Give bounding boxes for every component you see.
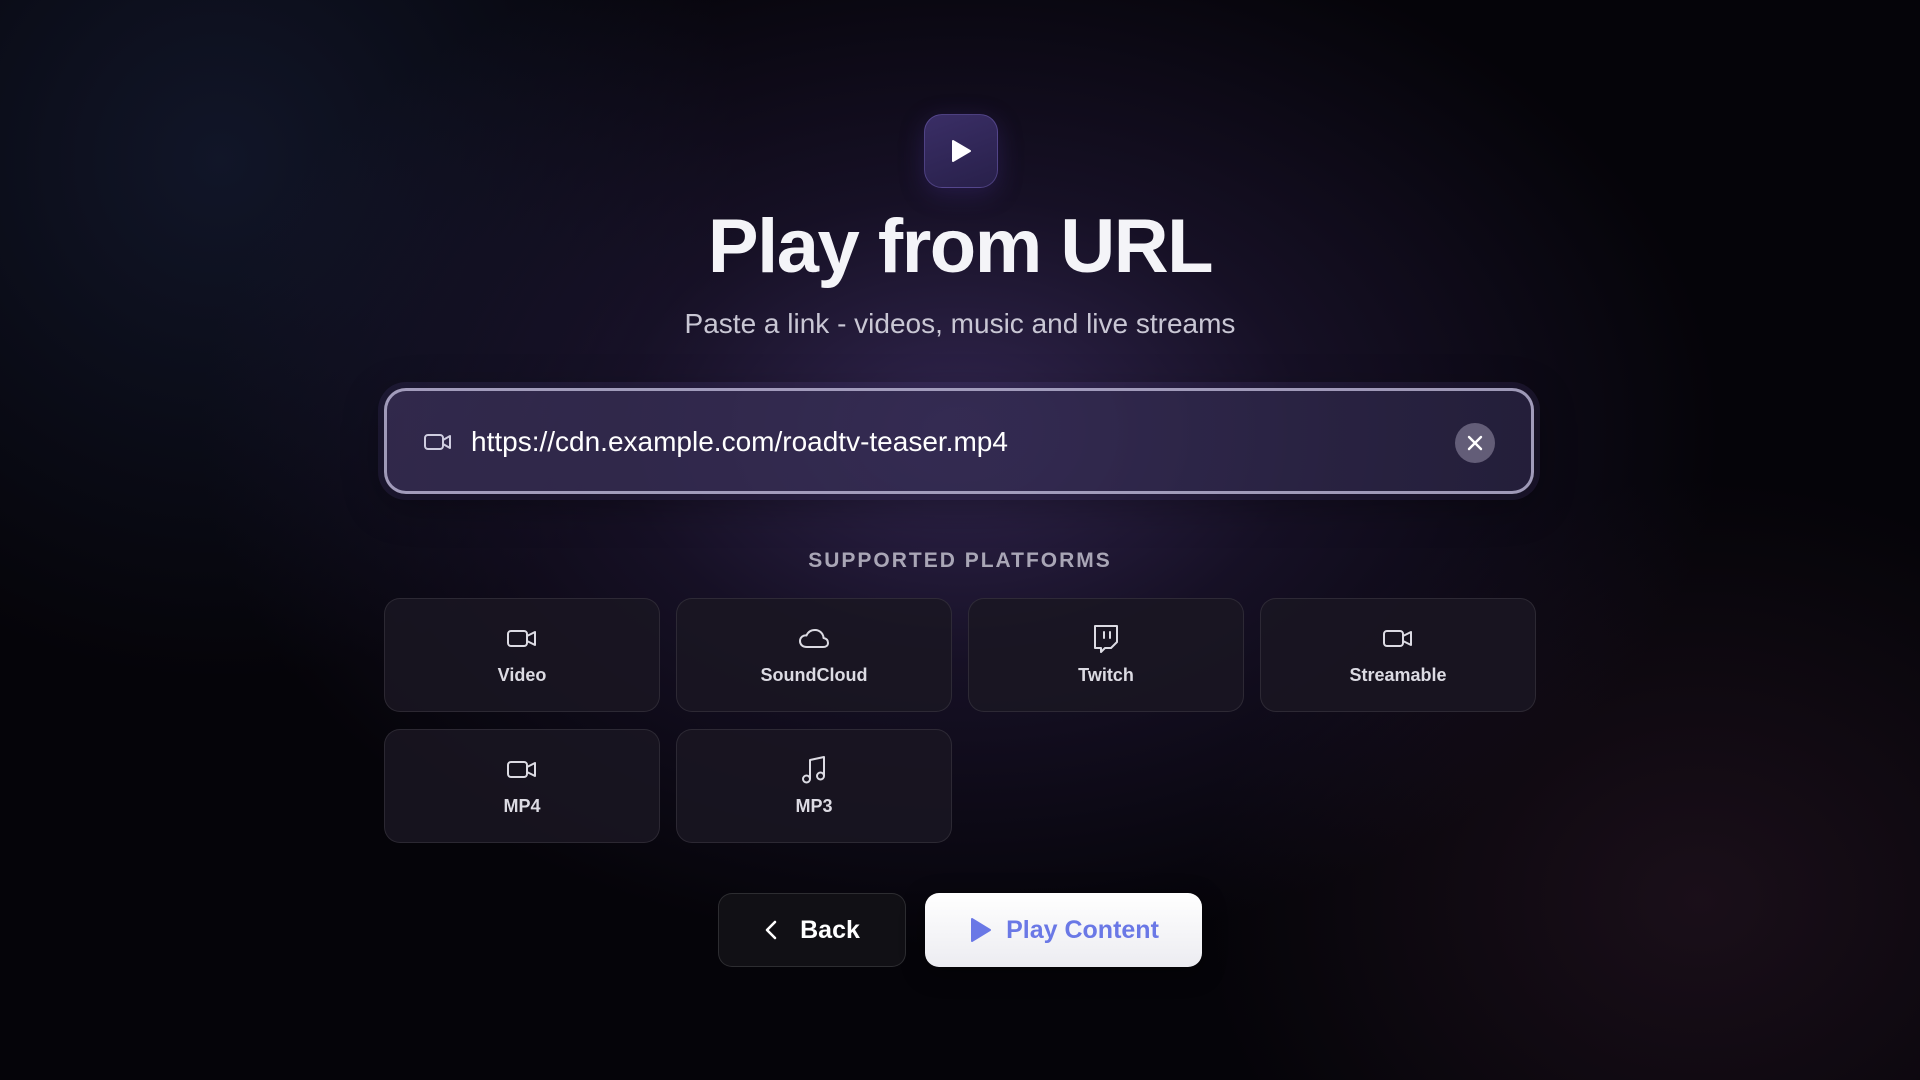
back-button[interactable]: Back — [718, 893, 906, 967]
platform-tile-streamable[interactable]: Streamable — [1260, 598, 1536, 712]
play-content-button[interactable]: Play Content — [925, 893, 1202, 967]
video-camera-icon — [424, 434, 451, 450]
video-camera-icon — [507, 630, 536, 647]
twitch-icon — [1094, 625, 1118, 653]
platform-label: Streamable — [1349, 665, 1447, 685]
url-input-container[interactable] — [384, 388, 1534, 494]
platform-label: SoundCloud — [760, 665, 868, 685]
clear-url-button[interactable] — [1455, 423, 1495, 463]
music-note-icon — [802, 756, 825, 784]
chevron-left-icon — [765, 920, 777, 940]
platform-label: MP3 — [795, 796, 833, 816]
video-camera-icon — [1383, 630, 1412, 647]
platform-tile-video[interactable]: Video — [384, 598, 660, 712]
close-icon — [1467, 435, 1483, 451]
platform-tile-twitch[interactable]: Twitch — [968, 598, 1244, 712]
play-icon — [971, 918, 992, 942]
cloud-icon — [799, 629, 829, 648]
platform-label: MP4 — [503, 796, 541, 816]
back-button-label: Back — [800, 915, 860, 944]
app-logo — [924, 114, 998, 188]
page-title: Play from URL — [707, 204, 1214, 289]
platform-tile-soundcloud[interactable]: SoundCloud — [676, 598, 952, 712]
supported-platforms-heading: SUPPORTED PLATFORMS — [808, 549, 1112, 572]
platform-label: Video — [497, 665, 547, 685]
play-content-label: Play Content — [1006, 915, 1159, 944]
platform-tile-mp3[interactable]: MP3 — [676, 729, 952, 843]
url-input[interactable] — [469, 413, 1433, 471]
video-camera-icon — [507, 761, 536, 778]
platform-tile-mp4[interactable]: MP4 — [384, 729, 660, 843]
platform-label: Twitch — [1078, 665, 1134, 685]
play-icon — [952, 140, 971, 162]
page-subtitle: Paste a link - videos, music and live st… — [684, 308, 1236, 339]
